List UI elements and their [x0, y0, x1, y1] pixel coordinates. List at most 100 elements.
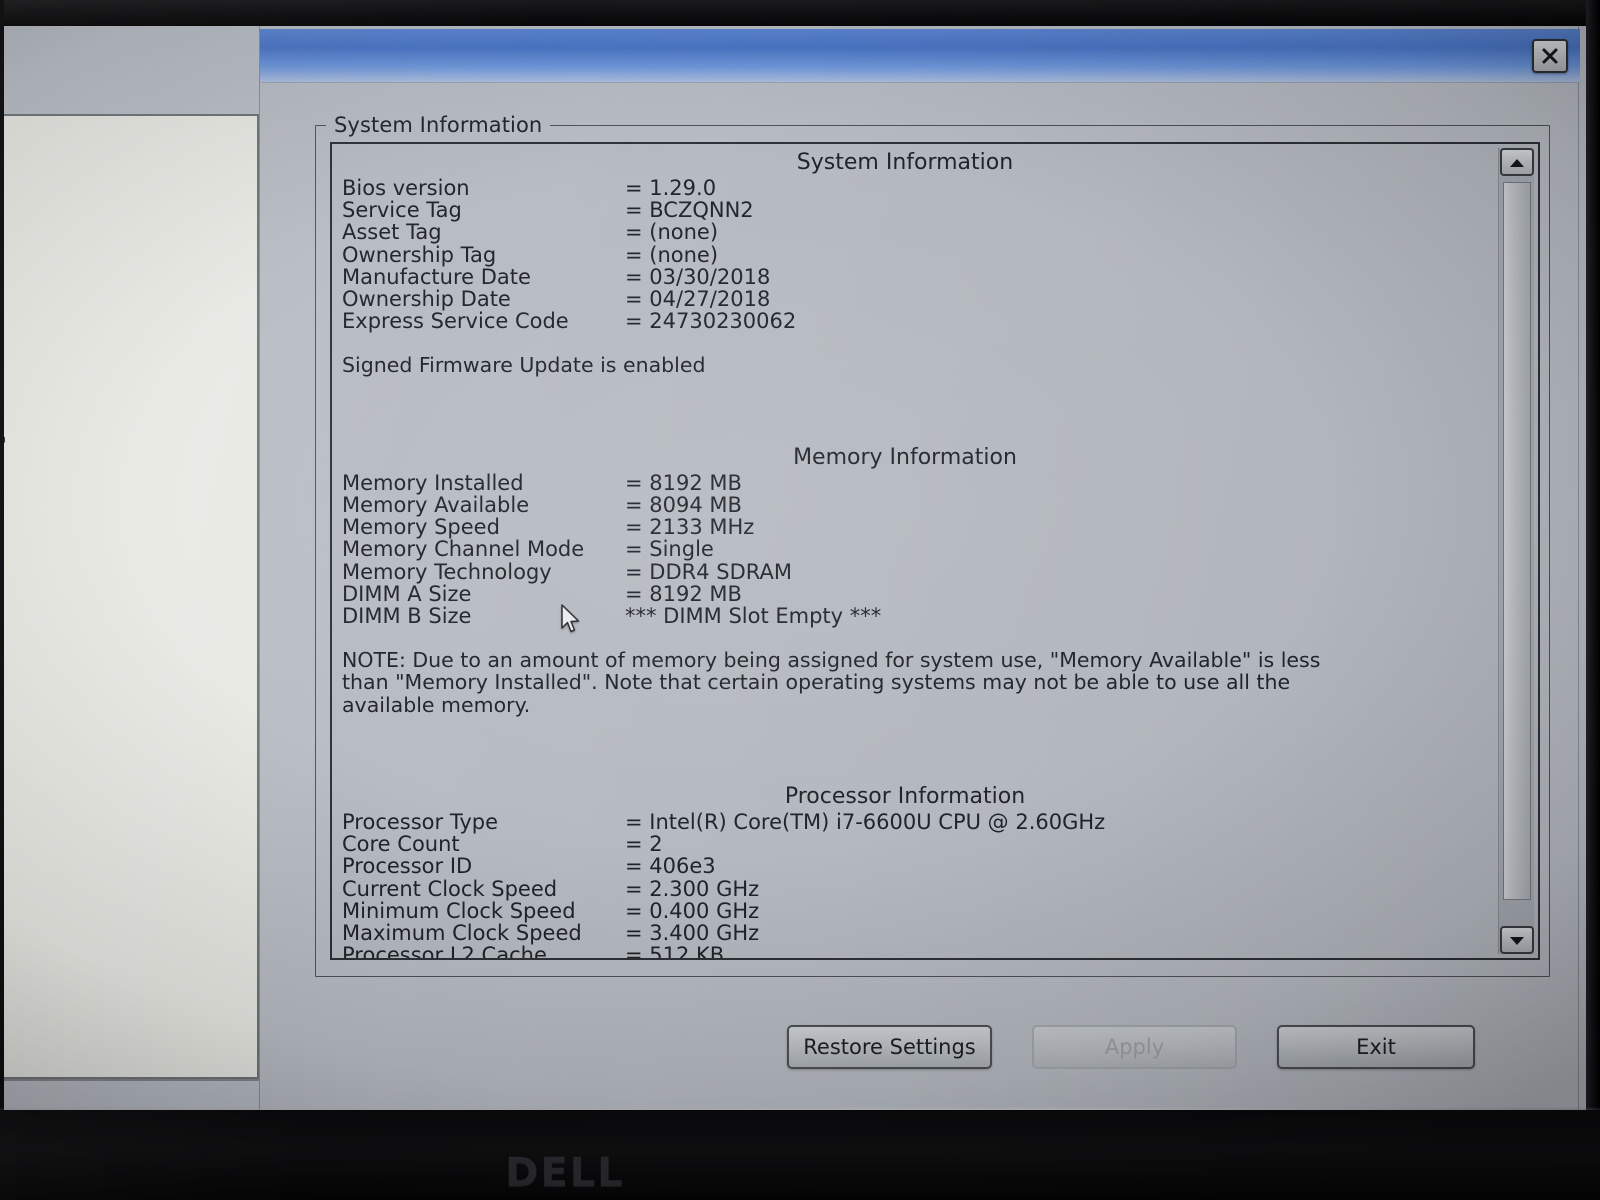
info-row-key: Ownership Tag	[342, 242, 497, 267]
info-row-key: Express Service Code	[342, 309, 569, 334]
section-heading: System Information	[796, 150, 1014, 175]
info-row-key: Memory Technology	[342, 559, 552, 584]
note-spacer	[340, 332, 1500, 354]
close-button[interactable]	[1532, 39, 1568, 73]
info-row-key: Minimum Clock Speed	[342, 898, 576, 923]
chevron-up-icon	[1509, 153, 1525, 172]
info-row-key: Current Clock Speed	[342, 876, 558, 901]
info-row: Asset Tag = (none)	[340, 221, 1500, 243]
info-row: Minimum Clock Speed = 0.400 GHz	[340, 900, 1500, 922]
info-row-group: Memory Installed = 8192 MB Memory Availabl…	[340, 472, 1500, 628]
info-row-value: = 3.400 GHz	[625, 921, 760, 946]
dell-logo: DELL	[505, 1150, 625, 1196]
info-row: DIMM A Size = 8192 MB	[340, 583, 1500, 605]
apply-button: Apply	[1032, 1025, 1237, 1069]
info-row-key: Maximum Clock Speed	[342, 921, 582, 946]
info-row: Memory Technology = DDR4 SDRAM	[340, 559, 1500, 584]
info-row: Current Clock Speed = 2.300 GHz	[340, 876, 1500, 901]
info-row-value: = 03/30/2018	[625, 264, 771, 289]
vertical-scrollbar[interactable]	[1498, 148, 1534, 954]
dialog-button-row: Restore Settings Apply Exit	[260, 1025, 1580, 1085]
info-row-value: = (none)	[625, 242, 719, 267]
background-window-text: ns™	[4, 434, 9, 456]
info-row-group: Bios version = 1.29.0 Service Tag = BCZQNN2…	[340, 177, 1500, 333]
info-row-value: = Single	[625, 537, 714, 562]
bezel-bottom	[0, 1110, 1600, 1200]
laptop-screen: ns™ System Information System	[4, 26, 1586, 1110]
info-row-value: = 8192 MB	[625, 470, 742, 495]
info-row-key: Asset Tag	[342, 220, 442, 245]
bios-setup-dialog: System Information System Information Bio…	[259, 26, 1580, 1110]
info-row: Ownership Date = 04/27/2018	[340, 288, 1500, 310]
info-row: Memory Available = 8094 MB	[340, 494, 1500, 516]
info-row: Bios version = 1.29.0	[340, 177, 1500, 199]
info-row-value: = 04/27/2018	[625, 287, 771, 312]
info-row: Service Tag = BCZQNN2	[340, 199, 1500, 221]
bezel-right	[1586, 0, 1600, 1200]
info-row-key: Memory Installed	[342, 470, 524, 495]
info-row: Processor L2 Cache = 512 KB	[340, 943, 1500, 960]
info-row-key: Processor ID	[342, 854, 473, 879]
info-row-value: = 2.300 GHz	[625, 876, 760, 901]
section-heading: Memory Information	[793, 444, 1017, 470]
info-row: Ownership Tag = (none)	[340, 242, 1500, 267]
section-note: NOTE: Due to an amount of memory being a…	[342, 648, 1321, 717]
information-panel: System Information Bios version = 1.29.0 Se…	[330, 142, 1540, 960]
exit-button[interactable]: Exit	[1277, 1025, 1475, 1069]
info-row: Memory Speed = 2133 MHz	[340, 516, 1500, 538]
info-row-value: = 406e3	[625, 854, 716, 879]
info-row-value: = 24730230062	[625, 309, 797, 334]
info-row: Processor Type = Intel(R) Core(TM) i7-660…	[340, 811, 1500, 833]
info-row-value: = 0.400 GHz	[625, 898, 760, 923]
info-row: DIMM B Size *** DIMM Slot Empty ***	[340, 605, 1500, 627]
section-note: Signed Firmware Update is enabled	[342, 353, 706, 378]
info-row-key: Core Count	[342, 832, 460, 857]
info-row-value: = 8192 MB	[625, 581, 742, 606]
section-heading: Processor Information	[784, 784, 1026, 810]
info-row-key: Processor L2 Cache	[342, 943, 547, 960]
info-row-key: DIMM A Size	[342, 581, 472, 606]
info-row-value: = 2	[625, 832, 663, 857]
info-row: Memory Channel Mode = Single	[340, 538, 1500, 560]
dialog-titlebar[interactable]	[260, 29, 1580, 83]
info-row-value: = 8094 MB	[625, 492, 742, 517]
groupbox-title: System Information	[326, 113, 551, 137]
info-row-key: DIMM B Size	[342, 603, 472, 628]
info-row-key: Bios version	[342, 176, 470, 200]
info-row: Memory Installed = 8192 MB	[340, 472, 1500, 494]
close-icon	[1540, 46, 1560, 66]
info-row-value: = DDR4 SDRAM	[625, 559, 792, 584]
scrollbar-thumb[interactable]	[1503, 182, 1531, 900]
restore-settings-button[interactable]: Restore Settings	[787, 1025, 992, 1069]
info-row-key: Memory Available	[342, 492, 530, 517]
chevron-down-icon	[1509, 931, 1525, 950]
note-spacer	[340, 627, 1500, 649]
info-row: Processor ID = 406e3	[340, 855, 1500, 877]
info-row-key: Processor Type	[342, 810, 499, 835]
info-row: Core Count = 2	[340, 833, 1500, 855]
info-row-key: Memory Channel Mode	[342, 537, 585, 562]
info-row-value: = Intel(R) Core(TM) i7-6600U CPU @ 2.60G…	[625, 810, 1106, 835]
background-window[interactable]: ns™	[4, 114, 259, 1079]
info-row-value: = (none)	[625, 220, 719, 245]
info-row-value: = BCZQNN2	[625, 198, 754, 223]
info-row-value: = 2133 MHz	[625, 515, 755, 540]
scroll-up-button[interactable]	[1500, 148, 1534, 176]
laptop-photo: ns™ System Information System	[0, 0, 1600, 1200]
info-row-group: Processor Type = Intel(R) Core(TM) i7-660…	[340, 811, 1500, 960]
info-row: Express Service Code = 24730230062	[340, 310, 1500, 332]
information-content: System Information Bios version = 1.29.0 Se…	[332, 144, 1500, 960]
info-row-key: Manufacture Date	[342, 264, 531, 289]
info-row-value: *** DIMM Slot Empty ***	[625, 603, 882, 628]
info-row: Maximum Clock Speed = 3.400 GHz	[340, 922, 1500, 944]
info-row: Manufacture Date = 03/30/2018	[340, 266, 1500, 288]
info-row-value: = 1.29.0	[625, 176, 717, 200]
info-row-key: Ownership Date	[342, 287, 511, 312]
info-row-key: Service Tag	[342, 198, 462, 223]
info-row-value: = 512 KB	[625, 943, 725, 960]
info-row-key: Memory Speed	[342, 515, 500, 540]
bezel-top	[0, 0, 1600, 26]
scroll-down-button[interactable]	[1500, 926, 1534, 954]
